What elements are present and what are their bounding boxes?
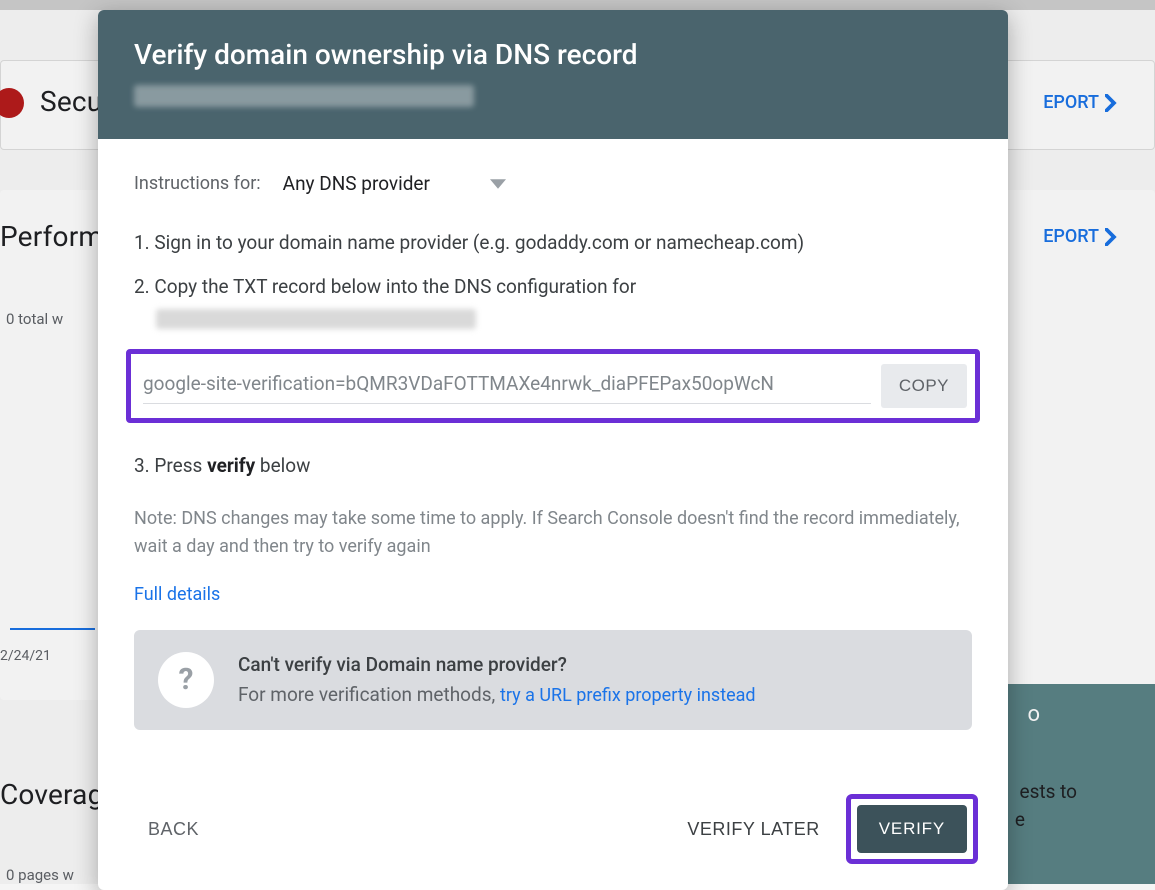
full-details-link[interactable]: Full details [134, 584, 220, 605]
dns-provider-dropdown[interactable]: Any DNS provider [283, 169, 506, 198]
step3-pre: 3. Press [134, 454, 207, 477]
alt-subtitle: For more verification methods, try a URL… [238, 680, 756, 710]
help-icon: ? [158, 652, 214, 708]
alt-sub-pre: For more verification methods, [238, 683, 500, 706]
txt-record-highlight: google-site-verification=bQMR3VDaFOTTMAX… [126, 349, 980, 423]
dialog-footer: BACK VERIFY LATER VERIFY [98, 770, 1008, 890]
dialog-body: Instructions for: Any DNS provider 1. Si… [98, 139, 1008, 770]
dialog-title: Verify domain ownership via DNS record [134, 38, 972, 71]
step-3: 3. Press verify below [134, 451, 972, 480]
domain-name-redacted-2 [156, 309, 476, 329]
back-button[interactable]: BACK [134, 809, 213, 850]
provider-selected-value: Any DNS provider [283, 169, 430, 198]
dns-note: Note: DNS changes may take some time to … [134, 505, 972, 561]
dialog-header: Verify domain ownership via DNS record [98, 10, 1008, 139]
copy-button[interactable]: COPY [881, 364, 967, 408]
step3-bold: verify [207, 454, 255, 477]
step-2: 2. Copy the TXT record below into the DN… [134, 272, 972, 301]
alt-text: Can't verify via Domain name provider? F… [238, 650, 756, 709]
alt-title: Can't verify via Domain name provider? [238, 650, 756, 679]
domain-name-redacted [134, 85, 474, 107]
instructions-row: Instructions for: Any DNS provider [134, 169, 972, 198]
step-1: 1. Sign in to your domain name provider … [134, 228, 972, 257]
txt-record-value[interactable]: google-site-verification=bQMR3VDaFOTTMAX… [143, 369, 871, 403]
verify-button[interactable]: VERIFY [857, 805, 967, 853]
instructions-label: Instructions for: [134, 170, 261, 198]
alternative-box: ? Can't verify via Domain name provider?… [134, 630, 972, 729]
step3-post: below [255, 454, 310, 477]
url-prefix-link[interactable]: try a URL prefix property instead [500, 685, 756, 706]
verify-domain-dialog: Verify domain ownership via DNS record I… [98, 10, 1008, 890]
chevron-down-icon [490, 179, 506, 189]
verify-later-button[interactable]: VERIFY LATER [673, 809, 833, 850]
verify-highlight: VERIFY [846, 794, 978, 864]
